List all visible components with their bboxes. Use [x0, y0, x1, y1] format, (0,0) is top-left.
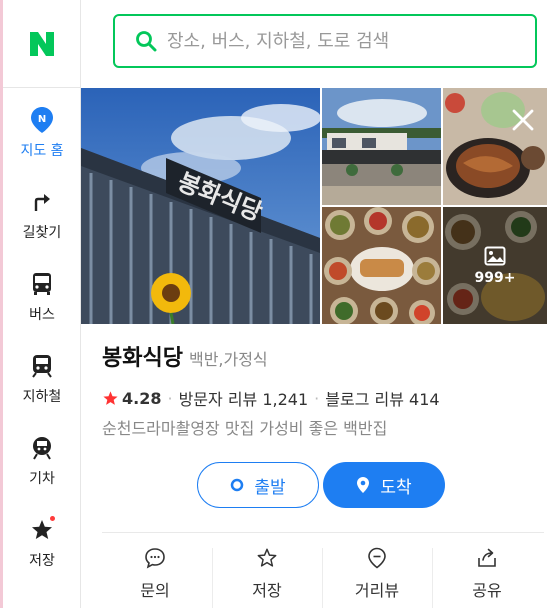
star-icon: [28, 516, 56, 544]
action-save[interactable]: 저장: [212, 540, 322, 608]
divider: [102, 532, 544, 533]
arrive-button[interactable]: 도착: [323, 462, 445, 508]
blog-review-link[interactable]: 블로그 리뷰 414: [325, 386, 439, 410]
place-description: 순천드라마촬영장 맛집 가성비 좋은 백반집: [102, 419, 388, 438]
naver-logo[interactable]: [3, 0, 81, 88]
destination-pin-icon: [356, 476, 370, 494]
turn-right-arrow-icon: [28, 188, 56, 216]
rating-value: 4.28: [122, 388, 162, 408]
start-dot-icon: [230, 478, 244, 492]
sidebar: N 지도 홈 길찾기 버스 지하철 기차 저장: [3, 0, 81, 608]
sidebar-item-saved[interactable]: 저장: [3, 502, 81, 584]
place-title-row: 봉화식당 백반,가정식: [102, 340, 268, 372]
start-button-label: 출발: [254, 477, 286, 498]
place-name[interactable]: 봉화식당: [102, 340, 183, 372]
main-photo[interactable]: 봉화식당: [81, 88, 320, 324]
subway-icon: [28, 352, 56, 380]
naver-n-icon: [30, 31, 54, 56]
sidebar-item-directions[interactable]: 길찾기: [3, 174, 81, 256]
search-icon[interactable]: [135, 30, 157, 52]
start-button[interactable]: 출발: [197, 462, 319, 508]
sidebar-item-map-home[interactable]: N 지도 홈: [3, 92, 81, 174]
place-stats: 4.28 · 방문자 리뷰 1,241 · 블로그 리뷰 414: [102, 386, 440, 410]
chat-bubble-icon: [144, 547, 166, 569]
search-bar[interactable]: [113, 14, 537, 68]
sidebar-item-label: 지하철: [22, 389, 62, 405]
sidebar-item-label: 버스: [29, 307, 55, 323]
sidebar-item-bus[interactable]: 버스: [3, 256, 81, 338]
search-input[interactable]: [167, 30, 507, 52]
sidebar-item-label: 길찾기: [22, 225, 62, 241]
image-icon: [484, 246, 506, 265]
place-category: 백반,가정식: [188, 350, 268, 369]
sidebar-item-subway[interactable]: 지하철: [3, 338, 81, 420]
share-icon: [476, 547, 498, 569]
notification-dot: [50, 516, 55, 521]
train-icon: [28, 434, 56, 462]
svg-text:N: N: [38, 114, 46, 125]
sidebar-item-label: 기차: [29, 471, 55, 487]
rating-star-icon: [103, 390, 118, 405]
map-pin-icon: N: [28, 106, 56, 134]
separator-dot: ·: [314, 388, 320, 408]
star-outline-icon: [256, 547, 278, 569]
photo-side-dishes[interactable]: [322, 207, 441, 324]
photo-bulgogi[interactable]: [443, 88, 547, 205]
visitor-review-link[interactable]: 방문자 리뷰 1,241: [179, 386, 309, 410]
street-view-pin-icon: [367, 547, 387, 569]
photo-exterior[interactable]: [322, 88, 441, 205]
action-share[interactable]: 공유: [432, 540, 542, 608]
action-label: 문의: [140, 581, 170, 600]
more-photos-count: 999+: [474, 269, 516, 286]
action-inquiry[interactable]: 문의: [100, 540, 210, 608]
photo-more[interactable]: 999+: [443, 207, 547, 324]
photo-gallery: 봉화식당 999+: [81, 88, 547, 324]
sidebar-item-label: 저장: [29, 553, 55, 569]
sidebar-item-label: 지도 홈: [20, 143, 64, 159]
action-label: 거리뷰: [354, 581, 400, 600]
bus-icon: [28, 270, 56, 298]
arrive-button-label: 도착: [380, 477, 412, 498]
close-icon[interactable]: [507, 104, 539, 136]
action-street-view[interactable]: 거리뷰: [322, 540, 432, 608]
sidebar-item-train[interactable]: 기차: [3, 420, 81, 502]
action-label: 공유: [472, 581, 502, 600]
separator-dot: ·: [167, 388, 173, 408]
more-photos-overlay[interactable]: 999+: [443, 207, 547, 324]
action-label: 저장: [252, 581, 282, 600]
